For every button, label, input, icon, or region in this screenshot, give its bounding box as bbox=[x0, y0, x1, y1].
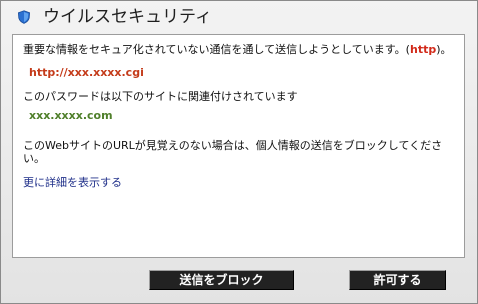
message-panel: 重要な情報をセキュア化されていない通信を通して送信しようとしています。(http… bbox=[12, 34, 465, 258]
unknown-site-warning-line-2: い。 bbox=[23, 152, 45, 165]
show-details-link[interactable]: 更に詳細を表示する bbox=[23, 176, 122, 190]
security-dialog: ウイルスセキュリティ 重要な情報をセキュア化されていない通信を通して送信しようと… bbox=[0, 0, 478, 304]
title-bar: ウイルスセキュリティ bbox=[1, 1, 477, 34]
allow-button[interactable]: 許可する bbox=[349, 270, 446, 290]
block-send-button[interactable]: 送信をブロック bbox=[149, 270, 294, 290]
unknown-site-warning-line-1: このWebサイトのURLが見覚えのない場合は、個人情報の送信をブロックしてくださ bbox=[23, 139, 443, 152]
password-note: このパスワードは以下のサイトに関連付けされています bbox=[23, 90, 298, 103]
target-url: http://xxx.xxxx.cgi bbox=[29, 66, 144, 79]
window-title: ウイルスセキュリティ bbox=[43, 7, 212, 27]
warning-prefix: 重要な情報をセキュア化されていない通信を通して送信しようとしています。( bbox=[23, 43, 410, 56]
protocol-label: http bbox=[409, 43, 437, 56]
password-site: xxx.xxxx.com bbox=[29, 109, 113, 122]
warning-text: 重要な情報をセキュア化されていない通信を通して送信しようとしています。(http… bbox=[23, 43, 452, 57]
shield-icon bbox=[17, 10, 31, 24]
warning-suffix: )。 bbox=[436, 43, 452, 56]
